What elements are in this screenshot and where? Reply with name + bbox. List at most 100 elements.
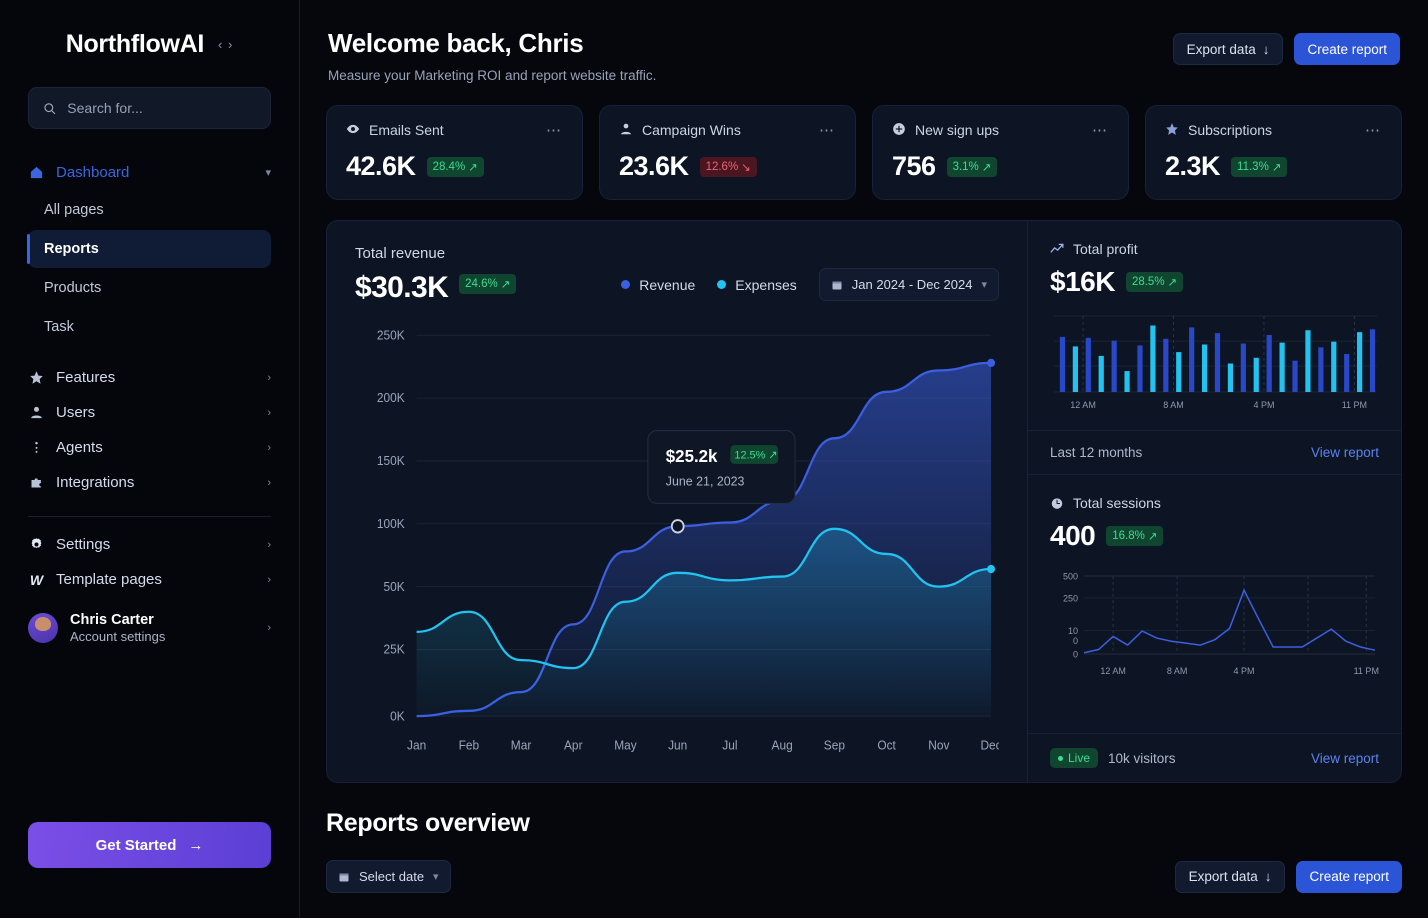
get-started-button[interactable]: Get Started →: [28, 822, 271, 868]
calendar-icon: [832, 281, 842, 289]
total-sessions-label: Total sessions: [1073, 495, 1161, 511]
kpi-delta-value: 12.6%: [705, 160, 739, 173]
arrow-up-icon: ↗: [500, 278, 511, 291]
sidebar: NorthflowAI ‹ › Dashboard ▾ All pages Re…: [0, 0, 300, 918]
more-icon[interactable]: ⋯: [819, 121, 836, 139]
chevron-down-icon: ▾: [433, 871, 439, 883]
more-icon[interactable]: ⋯: [1092, 121, 1109, 139]
sidebar-item-users[interactable]: Users ›: [0, 395, 299, 430]
profit-view-report-link[interactable]: View report: [1311, 445, 1379, 460]
kpi-delta-value: 3.1%: [952, 160, 979, 173]
live-label: Live: [1068, 751, 1091, 765]
chevron-down-icon: ▾: [981, 279, 987, 291]
sidebar-item-task[interactable]: Task: [28, 308, 271, 346]
user-name: Chris Carter: [70, 612, 154, 628]
date-range-selector[interactable]: Jan 2024 - Dec 2024 ▾: [818, 268, 999, 301]
sidebar-user-row[interactable]: Chris Carter Account settings ›: [0, 603, 299, 653]
sidebar-label-agents: Agents: [56, 439, 103, 456]
page-header: Welcome back, Chris Measure your Marketi…: [326, 0, 1402, 83]
w-logo-icon: W: [29, 571, 44, 588]
svg-text:150K: 150K: [377, 454, 405, 468]
brand-title: NorthflowAI: [65, 30, 205, 58]
chevron-right-icon: ›: [267, 371, 271, 384]
sidebar-label-users: Users: [56, 404, 96, 421]
sidebar-label-task: Task: [44, 319, 74, 335]
profit-bar-chart[interactable]: 12 AM 8 AM 4 PM 11 PM: [1050, 314, 1379, 414]
kpi-card-new-sign-ups[interactable]: New sign ups ⋯ 756 3.1% ↗: [872, 105, 1129, 200]
total-profit-value: $16K: [1050, 266, 1115, 297]
svg-text:250K: 250K: [377, 329, 405, 342]
more-icon[interactable]: ⋯: [546, 121, 563, 139]
svg-text:Mar: Mar: [511, 738, 532, 752]
arrow-up-icon: ↗: [468, 161, 478, 174]
chevrons-collapse-icon[interactable]: ‹ ›: [218, 37, 233, 52]
sidebar-item-reports[interactable]: Reports: [27, 230, 271, 268]
search-box[interactable]: [28, 87, 271, 129]
kpi-label-new-sign-ups: New sign ups: [915, 122, 1000, 138]
export-data-label: Export data: [1186, 41, 1256, 57]
total-profit-label: Total profit: [1073, 241, 1138, 257]
sidebar-label-products: Products: [44, 280, 102, 296]
delta-value: 24.6%: [465, 277, 498, 290]
kpi-card-subscriptions[interactable]: Subscriptions ⋯ 2.3K 11.3% ↗: [1145, 105, 1402, 200]
chevron-right-icon: ›: [267, 441, 271, 454]
star-icon: [1165, 122, 1179, 139]
sessions-line-chart[interactable]: 500 250 10 0 0 12 AM 8 AM 4 PM 11 PM: [1050, 570, 1379, 680]
kpi-card-campaign-wins[interactable]: Campaign Wins ⋯ 23.6K 12.6% ↘: [599, 105, 856, 200]
sessions-view-report-link[interactable]: View report: [1311, 751, 1379, 766]
sidebar-item-products[interactable]: Products: [28, 269, 271, 307]
date-range-label: Jan 2024 - Dec 2024: [851, 277, 973, 292]
delta-value: 16.8%: [1112, 530, 1145, 542]
kpi-card-emails-sent[interactable]: Emails Sent ⋯ 42.6K 28.4% ↗: [326, 105, 583, 200]
legend-dot-revenue: [621, 280, 631, 289]
create-report-button[interactable]: Create report: [1294, 33, 1400, 65]
calendar-icon: [339, 873, 349, 881]
chevron-down-icon: ▾: [265, 167, 271, 179]
sidebar-nav: Dashboard ▾ All pages Reports Products T…: [0, 155, 299, 653]
user-icon: [619, 122, 633, 139]
svg-text:4 PM: 4 PM: [1234, 666, 1255, 676]
sidebar-label-features: Features: [56, 369, 116, 386]
sidebar-item-template-pages[interactable]: W Template pages ›: [0, 562, 299, 597]
sidebar-item-features[interactable]: Features ›: [0, 360, 299, 395]
arrow-down-icon: ↘: [741, 161, 751, 174]
revenue-chart[interactable]: 250K 200K 150K 100K 50K 25K 0K Jan Feb Mar Apr May J…: [355, 329, 999, 764]
total-sessions-value: 400: [1050, 520, 1096, 551]
svg-text:4 PM: 4 PM: [1253, 400, 1274, 410]
eye-icon: [346, 122, 360, 139]
search-input[interactable]: [67, 100, 256, 116]
svg-text:200K: 200K: [377, 391, 405, 405]
chevron-right-icon: ›: [267, 476, 271, 489]
profit-card-footer: Last 12 months View report: [1028, 430, 1401, 474]
sidebar-item-dashboard[interactable]: Dashboard ▾: [0, 155, 299, 190]
sidebar-item-all-pages[interactable]: All pages: [28, 191, 271, 229]
reports-export-data-button[interactable]: Export data ↓: [1174, 860, 1286, 893]
more-icon[interactable]: ⋯: [1365, 121, 1382, 139]
kpi-delta-campaign-wins: 12.6% ↘: [699, 156, 757, 177]
total-revenue-panel: Total revenue $30.3K 24.6% ↗ Revenue Exp…: [326, 220, 1027, 783]
dashboard-app: NorthflowAI ‹ › Dashboard ▾ All pages Re…: [0, 0, 1428, 918]
plus-circle-icon: [892, 122, 906, 139]
kpi-delta-value: 28.4%: [432, 160, 466, 173]
svg-text:$25.2k: $25.2k: [666, 445, 718, 465]
select-date-button[interactable]: Select date ▾: [326, 860, 451, 893]
total-revenue-label: Total revenue: [355, 245, 446, 262]
create-report-label: Create report: [1307, 41, 1387, 57]
kpi-delta-new-sign-ups: 3.1% ↗: [946, 156, 998, 177]
sidebar-item-agents[interactable]: Agents ›: [0, 430, 299, 465]
trend-up-icon: [1050, 243, 1064, 253]
export-data-button[interactable]: Export data ↓: [1172, 33, 1284, 65]
sidebar-item-integrations[interactable]: Integrations ›: [0, 465, 299, 500]
avatar: [28, 613, 58, 644]
brand-row: NorthflowAI ‹ ›: [0, 0, 299, 77]
kpi-cards: Emails Sent ⋯ 42.6K 28.4% ↗ Campaign Win…: [326, 105, 1402, 200]
search-icon: [44, 102, 56, 114]
reports-create-report-button[interactable]: Create report: [1296, 860, 1402, 893]
arrow-up-icon: ↗: [1147, 531, 1158, 543]
chevron-right-icon: ›: [267, 622, 271, 635]
chevron-right-icon: ›: [267, 573, 271, 586]
svg-text:8 AM: 8 AM: [1163, 400, 1184, 410]
header-actions: Export data ↓ Create report: [1172, 28, 1400, 65]
svg-text:12.5% ↗: 12.5% ↗: [734, 449, 777, 461]
sidebar-item-settings[interactable]: Settings ›: [0, 527, 299, 562]
